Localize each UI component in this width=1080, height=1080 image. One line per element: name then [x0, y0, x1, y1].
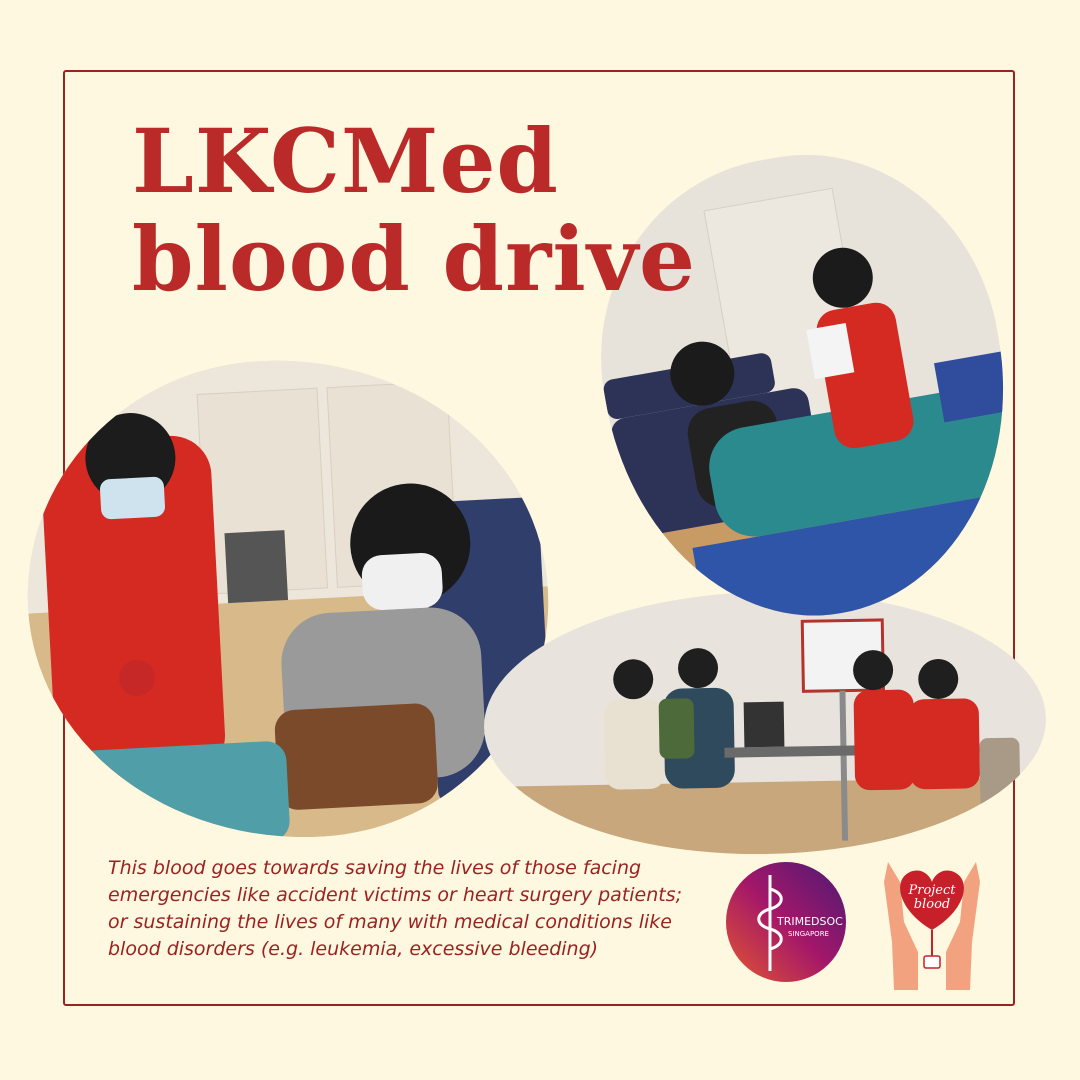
caption-text: This blood goes towards saving the lives…	[108, 855, 708, 963]
trimedsoc-logo-name: TRIMEDSOC	[776, 915, 843, 928]
blood-bag-icon	[923, 955, 941, 969]
caption-line-2: emergencies like accident victims or hea…	[108, 884, 683, 906]
trimedsoc-logo: TRIMEDSOC SINGAPORE	[725, 861, 847, 983]
caption-line-1: This blood goes towards saving the lives…	[108, 857, 642, 879]
title-line-1: LKCMed	[132, 109, 559, 213]
trimedsoc-logo-sub: SINGAPORE	[788, 930, 829, 938]
caption-line-4: blood disorders (e.g. leukemia, excessiv…	[108, 938, 599, 960]
project-blood-logo: Project blood	[878, 852, 986, 992]
project-blood-line-2: blood	[914, 897, 950, 912]
title-line-2: blood drive	[132, 207, 696, 311]
page-title: LKCMed blood drive	[132, 112, 696, 308]
project-blood-line-1: Project	[907, 883, 956, 898]
caption-line-3: or sustaining the lives of many with med…	[108, 911, 672, 933]
